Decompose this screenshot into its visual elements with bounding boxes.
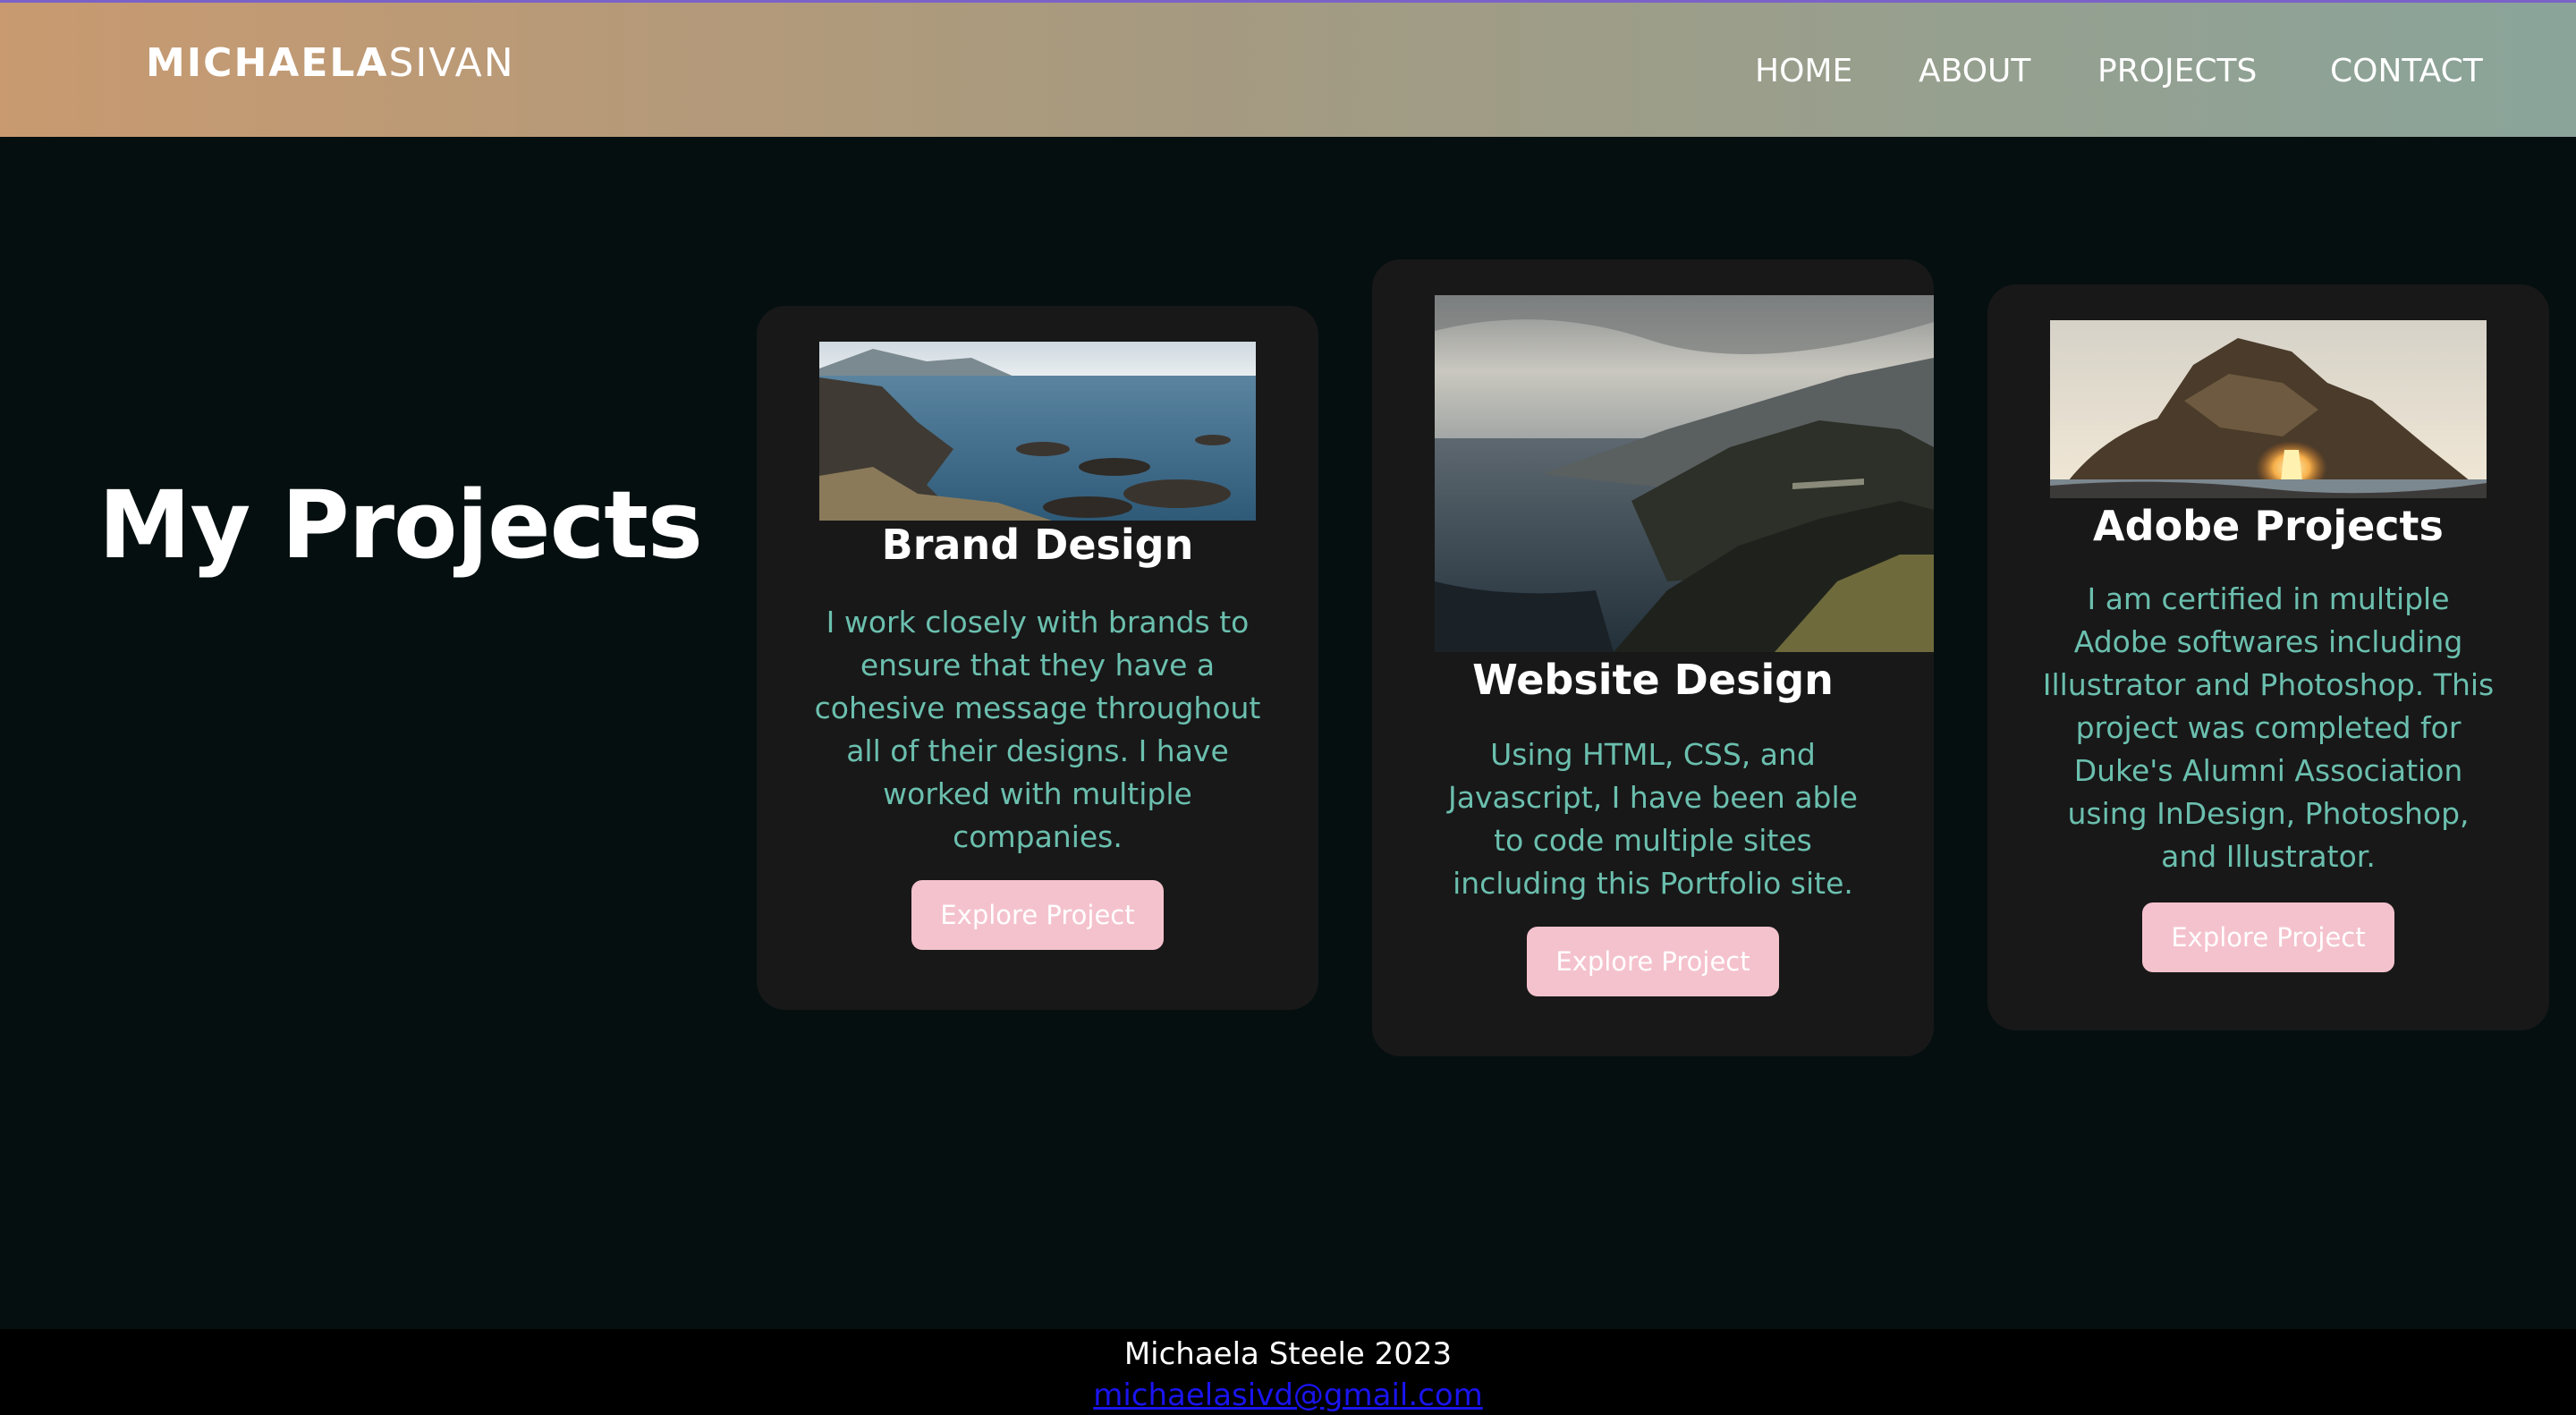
- coastal-cliffs-bridge-photo: [1435, 295, 1934, 652]
- card-description: Using HTML, CSS, and Javascript, I have …: [1448, 737, 1858, 901]
- card-title: Adobe Projects: [2093, 502, 2444, 550]
- footer-copyright: Michaela Steele 2023: [1123, 1336, 1453, 1372]
- project-card-brand-design: Brand Design I work closely with brands …: [757, 306, 1318, 1010]
- project-card-adobe-projects: Adobe Projects I am certified in multipl…: [1987, 284, 2549, 1030]
- nav-home[interactable]: HOME: [1755, 53, 1852, 89]
- site-footer: Michaela Steele 2023 michaelasivd@gmail.…: [0, 1329, 2576, 1415]
- explore-project-button[interactable]: Explore Project: [2142, 902, 2394, 972]
- rocky-coastline-photo: [819, 342, 1256, 521]
- project-card-website-design: Website Design Using HTML, CSS, and Java…: [1372, 259, 1934, 1056]
- footer-email-link[interactable]: michaelasivd@gmail.com: [0, 1377, 2576, 1413]
- explore-project-button[interactable]: Explore Project: [1527, 927, 1779, 996]
- nav-about[interactable]: ABOUT: [1919, 53, 2030, 89]
- card-description: I work closely with brands to ensure tha…: [814, 605, 1261, 854]
- nav-contact[interactable]: CONTACT: [2330, 53, 2483, 89]
- nav-projects[interactable]: PROJECTS: [2097, 53, 2257, 89]
- main-nav: HOME ABOUT PROJECTS CONTACT: [0, 53, 2576, 97]
- page-title: My Projects: [98, 470, 703, 580]
- card-description: I am certified in multiple Adobe softwar…: [2042, 581, 2495, 874]
- card-title: Website Design: [1472, 656, 1834, 704]
- site-header: MICHAELASIVAN HOME ABOUT PROJECTS CONTAC…: [0, 0, 2576, 137]
- card-title: Brand Design: [881, 521, 1194, 569]
- explore-project-button[interactable]: Explore Project: [911, 880, 1164, 950]
- rock-arch-sunset-photo: [2050, 320, 2487, 498]
